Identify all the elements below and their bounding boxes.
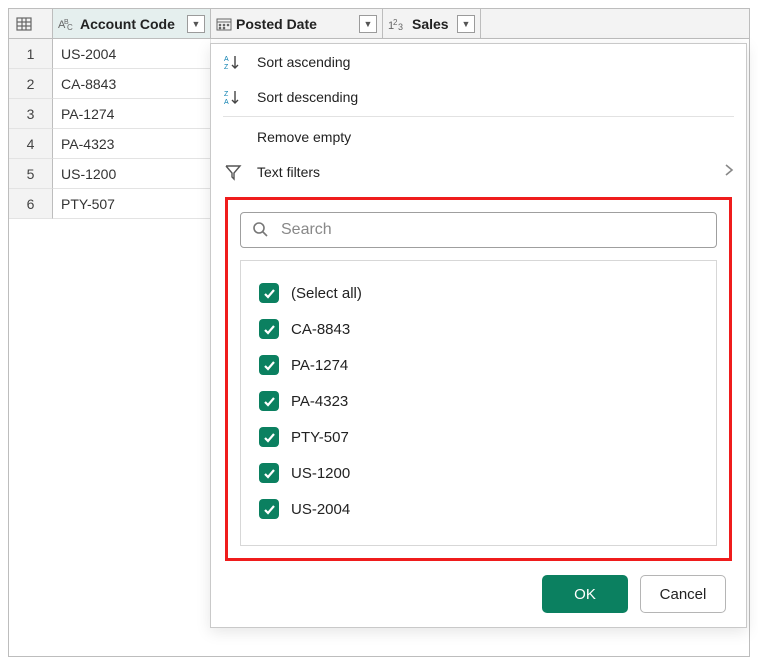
- filter-value-label: (Select all): [291, 285, 362, 302]
- svg-text:C: C: [67, 23, 73, 31]
- column-header-sales[interactable]: 1 2 3 Sales ▼: [383, 9, 481, 38]
- column-filter-panel: A Z Sort ascending Z A Sort descending: [210, 43, 747, 628]
- filter-value-item[interactable]: CA-8843: [255, 311, 702, 347]
- row-number[interactable]: 1: [9, 39, 53, 69]
- sort-asc-icon: A Z: [223, 53, 243, 71]
- cell-account-code[interactable]: US-2004: [53, 39, 211, 69]
- checkbox-checked-icon[interactable]: [259, 355, 279, 375]
- ok-button[interactable]: OK: [542, 575, 628, 613]
- menu-remove-empty[interactable]: Remove empty: [211, 119, 746, 154]
- filter-value-item[interactable]: (Select all): [255, 275, 702, 311]
- number-type-icon: 1 2 3: [388, 17, 408, 31]
- row-number[interactable]: 5: [9, 159, 53, 189]
- checkbox-checked-icon[interactable]: [259, 319, 279, 339]
- column-dropdown-button[interactable]: ▼: [359, 15, 377, 33]
- filter-values-area: (Select all) CA-8843 PA-1274: [225, 197, 732, 561]
- checkbox-checked-icon[interactable]: [259, 427, 279, 447]
- svg-text:A: A: [224, 99, 229, 106]
- column-dropdown-button[interactable]: ▼: [187, 15, 205, 33]
- svg-text:Z: Z: [224, 91, 229, 98]
- column-header-empty: [481, 9, 749, 38]
- column-label: Sales: [412, 16, 453, 32]
- filter-value-label: PA-4323: [291, 393, 348, 410]
- column-dropdown-button[interactable]: ▼: [457, 15, 475, 33]
- filter-value-item[interactable]: US-2004: [255, 491, 702, 527]
- filter-value-label: PA-1274: [291, 357, 348, 374]
- menu-sort-descending[interactable]: Z A Sort descending: [211, 79, 746, 114]
- column-header-account-code[interactable]: A B C Account Code ▼: [53, 9, 211, 38]
- filter-values-list: (Select all) CA-8843 PA-1274: [240, 260, 717, 546]
- table-icon: [14, 14, 34, 34]
- panel-button-row: OK Cancel: [211, 571, 746, 613]
- menu-separator: [223, 116, 734, 117]
- checkbox-checked-icon[interactable]: [259, 499, 279, 519]
- menu-label: Sort descending: [257, 89, 734, 105]
- filter-value-label: US-2004: [291, 501, 350, 518]
- svg-text:A: A: [224, 56, 229, 63]
- cell-account-code[interactable]: US-1200: [53, 159, 211, 189]
- cell-account-code[interactable]: CA-8843: [53, 69, 211, 99]
- column-label: Posted Date: [236, 16, 355, 32]
- row-number[interactable]: 2: [9, 69, 53, 99]
- filter-value-item[interactable]: PA-4323: [255, 383, 702, 419]
- checkbox-checked-icon[interactable]: [259, 283, 279, 303]
- chevron-right-icon: [724, 161, 734, 182]
- column-header-row: A B C Account Code ▼ Poste: [9, 9, 749, 39]
- filter-value-label: CA-8843: [291, 321, 350, 338]
- column-label: Account Code: [80, 16, 183, 32]
- row-number[interactable]: 3: [9, 99, 53, 129]
- filter-value-item[interactable]: PA-1274: [255, 347, 702, 383]
- column-header-posted-date[interactable]: Posted Date ▼: [211, 9, 383, 38]
- checkbox-checked-icon[interactable]: [259, 391, 279, 411]
- menu-sort-ascending[interactable]: A Z Sort ascending: [211, 44, 746, 79]
- menu-label: Text filters: [257, 164, 710, 180]
- checkbox-checked-icon[interactable]: [259, 463, 279, 483]
- menu-label: Sort ascending: [257, 54, 734, 70]
- search-input[interactable]: [279, 220, 706, 240]
- cell-account-code[interactable]: PA-4323: [53, 129, 211, 159]
- svg-text:Z: Z: [224, 64, 229, 71]
- data-grid: A B C Account Code ▼ Poste: [8, 8, 750, 657]
- cell-account-code[interactable]: PA-1274: [53, 99, 211, 129]
- menu-text-filters[interactable]: Text filters: [211, 154, 746, 189]
- filter-icon: [223, 163, 243, 181]
- menu-label: Remove empty: [257, 129, 734, 145]
- filter-value-item[interactable]: PTY-507: [255, 419, 702, 455]
- table-corner[interactable]: [9, 9, 53, 38]
- text-type-icon: A B C: [58, 17, 76, 31]
- cancel-button[interactable]: Cancel: [640, 575, 726, 613]
- row-number[interactable]: 4: [9, 129, 53, 159]
- filter-value-label: PTY-507: [291, 429, 349, 446]
- svg-text:3: 3: [398, 22, 403, 31]
- filter-value-label: US-1200: [291, 465, 350, 482]
- row-number[interactable]: 6: [9, 189, 53, 219]
- date-type-icon: [216, 17, 232, 31]
- search-icon: [251, 220, 269, 241]
- cell-account-code[interactable]: PTY-507: [53, 189, 211, 219]
- filter-value-item[interactable]: US-1200: [255, 455, 702, 491]
- sort-desc-icon: Z A: [223, 88, 243, 106]
- search-box[interactable]: [240, 212, 717, 248]
